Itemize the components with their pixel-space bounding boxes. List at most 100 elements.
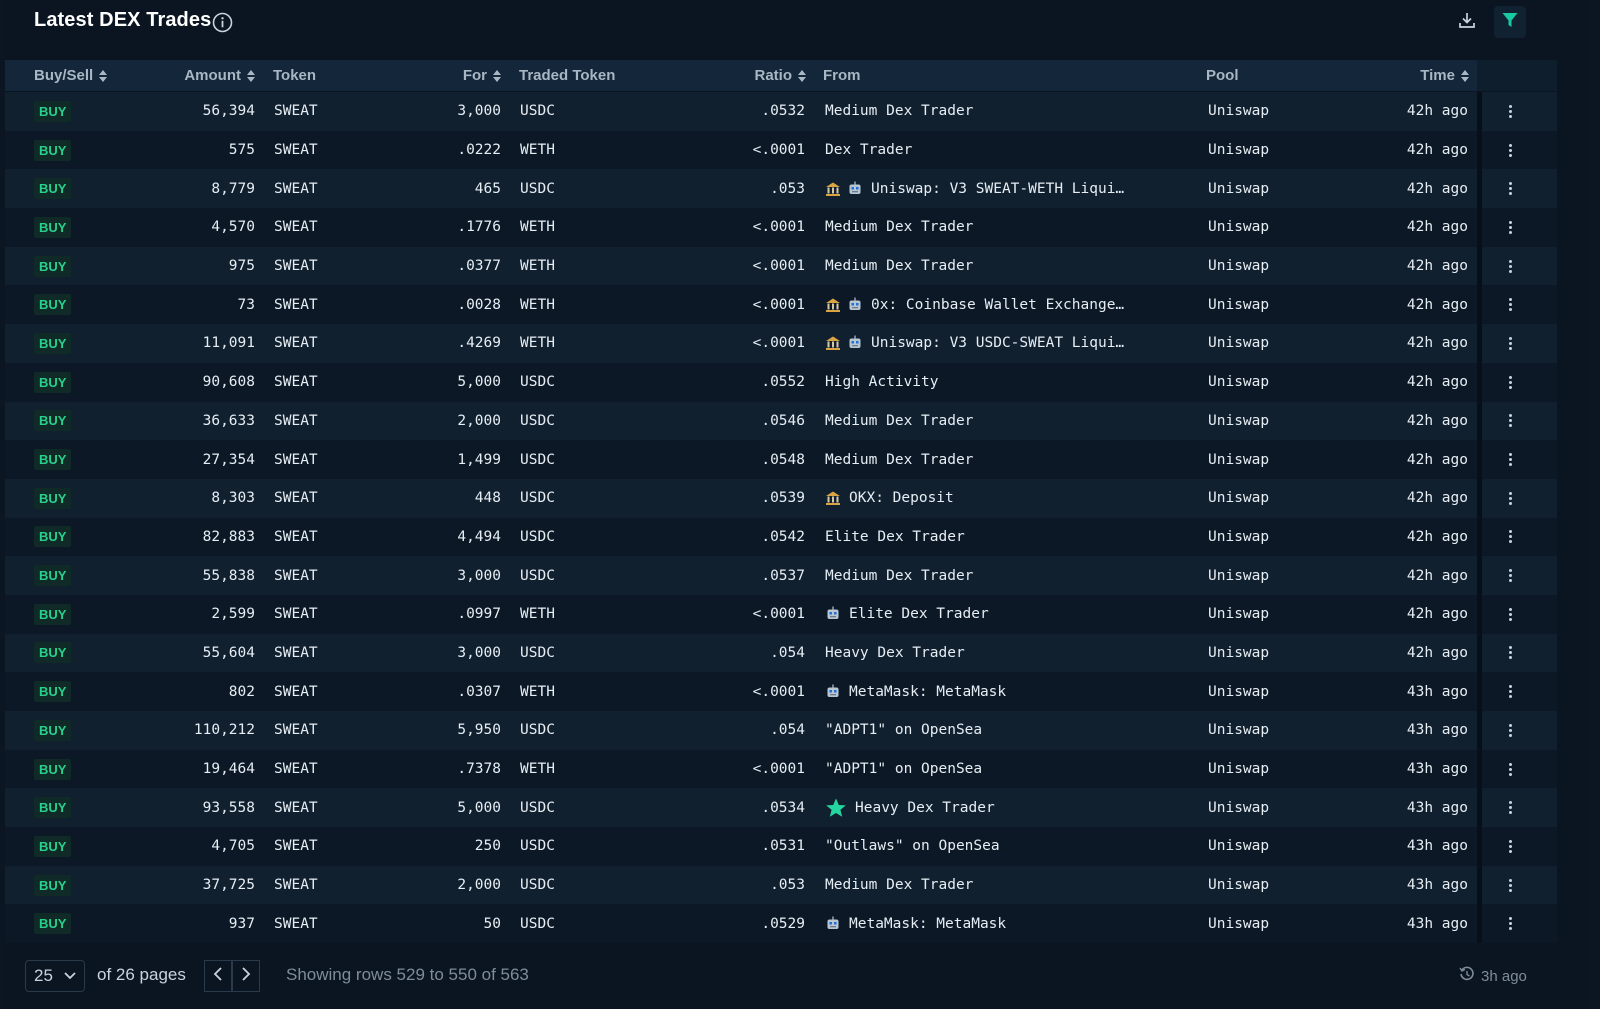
traded-token-cell[interactable]: USDC [520,479,555,518]
traded-token-cell[interactable]: WETH [520,750,555,789]
row-menu-icon[interactable] [1503,827,1517,866]
table-row[interactable]: BUY 8,303 SWEAT 448 USDC .0539 OKX: Depo… [5,478,1557,518]
pool-cell[interactable]: Uniswap [1208,556,1269,595]
token-cell[interactable]: SWEAT [274,402,318,441]
row-menu-icon[interactable] [1503,285,1517,324]
table-row[interactable]: BUY 110,212 SWEAT 5,950 USDC .054 "ADPT1… [5,711,1557,750]
pool-cell[interactable]: Uniswap [1208,595,1269,634]
from-cell[interactable]: 0x: Coinbase Wallet Exchange… [825,285,1124,324]
traded-token-cell[interactable]: USDC [520,518,555,557]
pool-cell[interactable]: Uniswap [1208,169,1269,208]
row-menu-icon[interactable] [1503,595,1517,634]
table-row[interactable]: BUY 55,604 SWEAT 3,000 USDC .054 Heavy D… [5,633,1557,673]
download-button[interactable] [1453,8,1481,36]
row-menu-icon[interactable] [1503,866,1517,905]
traded-token-cell[interactable]: USDC [520,827,555,866]
row-menu-icon[interactable] [1503,672,1517,711]
token-cell[interactable]: SWEAT [274,324,318,363]
pool-cell[interactable]: Uniswap [1208,711,1269,750]
table-row[interactable]: BUY 37,725 SWEAT 2,000 USDC .053 Medium … [5,865,1557,905]
from-cell[interactable]: Medium Dex Trader [825,92,973,131]
pool-cell[interactable]: Uniswap [1208,285,1269,324]
pool-cell[interactable]: Uniswap [1208,788,1269,827]
token-cell[interactable]: SWEAT [274,363,318,402]
row-menu-icon[interactable] [1503,711,1517,750]
from-cell[interactable]: Medium Dex Trader [825,208,973,247]
row-menu-icon[interactable] [1503,479,1517,518]
table-row[interactable]: BUY 802 SWEAT .0307 WETH <.0001 MetaMask… [5,672,1557,711]
row-menu-icon[interactable] [1503,788,1517,827]
traded-token-cell[interactable]: WETH [520,324,555,363]
traded-token-cell[interactable]: WETH [520,285,555,324]
traded-token-cell[interactable]: USDC [520,92,555,131]
traded-token-cell[interactable]: USDC [520,169,555,208]
token-cell[interactable]: SWEAT [274,92,318,131]
pool-cell[interactable]: Uniswap [1208,672,1269,711]
token-cell[interactable]: SWEAT [274,711,318,750]
traded-token-cell[interactable]: USDC [520,711,555,750]
table-row[interactable]: BUY 90,608 SWEAT 5,000 USDC .0552 High A… [5,362,1557,402]
from-cell[interactable]: "ADPT1" on OpenSea [825,711,982,750]
pool-cell[interactable]: Uniswap [1208,131,1269,170]
table-row[interactable]: BUY 93,558 SWEAT 5,000 USDC .0534 Heavy … [5,788,1557,828]
column-for[interactable]: For [425,60,501,91]
row-menu-icon[interactable] [1503,556,1517,595]
token-cell[interactable]: SWEAT [274,904,318,943]
token-cell[interactable]: SWEAT [274,634,318,673]
pool-cell[interactable]: Uniswap [1208,479,1269,518]
from-cell[interactable]: Medium Dex Trader [825,402,973,441]
traded-token-cell[interactable]: USDC [520,866,555,905]
pool-cell[interactable]: Uniswap [1208,440,1269,479]
column-buy-sell[interactable]: Buy/Sell [34,60,108,91]
from-cell[interactable]: MetaMask: MetaMask [825,904,1006,943]
filter-button[interactable] [1494,6,1526,38]
from-cell[interactable]: Medium Dex Trader [825,440,973,479]
table-row[interactable]: BUY 11,091 SWEAT .4269 WETH <.0001 Unisw… [5,324,1557,363]
from-cell[interactable]: MetaMask: MetaMask [825,672,1006,711]
token-cell[interactable]: SWEAT [274,208,318,247]
row-menu-icon[interactable] [1503,634,1517,673]
traded-token-cell[interactable]: USDC [520,788,555,827]
from-cell[interactable]: Heavy Dex Trader [825,788,995,827]
table-row[interactable]: BUY 8,779 SWEAT 465 USDC .053 Uniswap: V… [5,169,1557,209]
pool-cell[interactable]: Uniswap [1208,247,1269,286]
token-cell[interactable]: SWEAT [274,285,318,324]
pool-cell[interactable]: Uniswap [1208,827,1269,866]
traded-token-cell[interactable]: WETH [520,208,555,247]
from-cell[interactable]: Medium Dex Trader [825,247,973,286]
from-cell[interactable]: Medium Dex Trader [825,556,973,595]
traded-token-cell[interactable]: USDC [520,904,555,943]
from-cell[interactable]: "ADPT1" on OpenSea [825,750,982,789]
table-row[interactable]: BUY 2,599 SWEAT .0997 WETH <.0001 Elite … [5,594,1557,634]
table-row[interactable]: BUY 937 SWEAT 50 USDC .0529 MetaMask: Me… [5,904,1557,944]
traded-token-cell[interactable]: WETH [520,672,555,711]
table-row[interactable]: BUY 55,838 SWEAT 3,000 USDC .0537 Medium… [5,556,1557,595]
pool-cell[interactable]: Uniswap [1208,363,1269,402]
table-row[interactable]: BUY 4,705 SWEAT 250 USDC .0531 "Outlaws"… [5,827,1557,866]
table-row[interactable]: BUY 73 SWEAT .0028 WETH <.0001 0x: Coinb… [5,285,1557,325]
pool-cell[interactable]: Uniswap [1208,208,1269,247]
traded-token-cell[interactable]: USDC [520,634,555,673]
pool-cell[interactable]: Uniswap [1208,866,1269,905]
table-row[interactable]: BUY 19,464 SWEAT .7378 WETH <.0001 "ADPT… [5,749,1557,789]
row-menu-icon[interactable] [1503,363,1517,402]
row-menu-icon[interactable] [1503,750,1517,789]
traded-token-cell[interactable]: WETH [520,131,555,170]
pool-cell[interactable]: Uniswap [1208,518,1269,557]
token-cell[interactable]: SWEAT [274,595,318,634]
row-menu-icon[interactable] [1503,402,1517,441]
from-cell[interactable]: Elite Dex Trader [825,518,965,557]
token-cell[interactable]: SWEAT [274,827,318,866]
traded-token-cell[interactable]: WETH [520,247,555,286]
from-cell[interactable]: Medium Dex Trader [825,866,973,905]
pool-cell[interactable]: Uniswap [1208,402,1269,441]
info-icon[interactable] [212,12,233,33]
table-row[interactable]: BUY 975 SWEAT .0377 WETH <.0001 Medium D… [5,246,1557,286]
row-menu-icon[interactable] [1503,169,1517,208]
column-time[interactable]: Time [1385,60,1469,91]
from-cell[interactable]: Uniswap: V3 USDC-SWEAT Liqui… [825,324,1124,363]
row-menu-icon[interactable] [1503,92,1517,131]
pool-cell[interactable]: Uniswap [1208,92,1269,131]
table-row[interactable]: BUY 575 SWEAT .0222 WETH <.0001 Dex Trad… [5,130,1557,170]
from-cell[interactable]: High Activity [825,363,939,402]
